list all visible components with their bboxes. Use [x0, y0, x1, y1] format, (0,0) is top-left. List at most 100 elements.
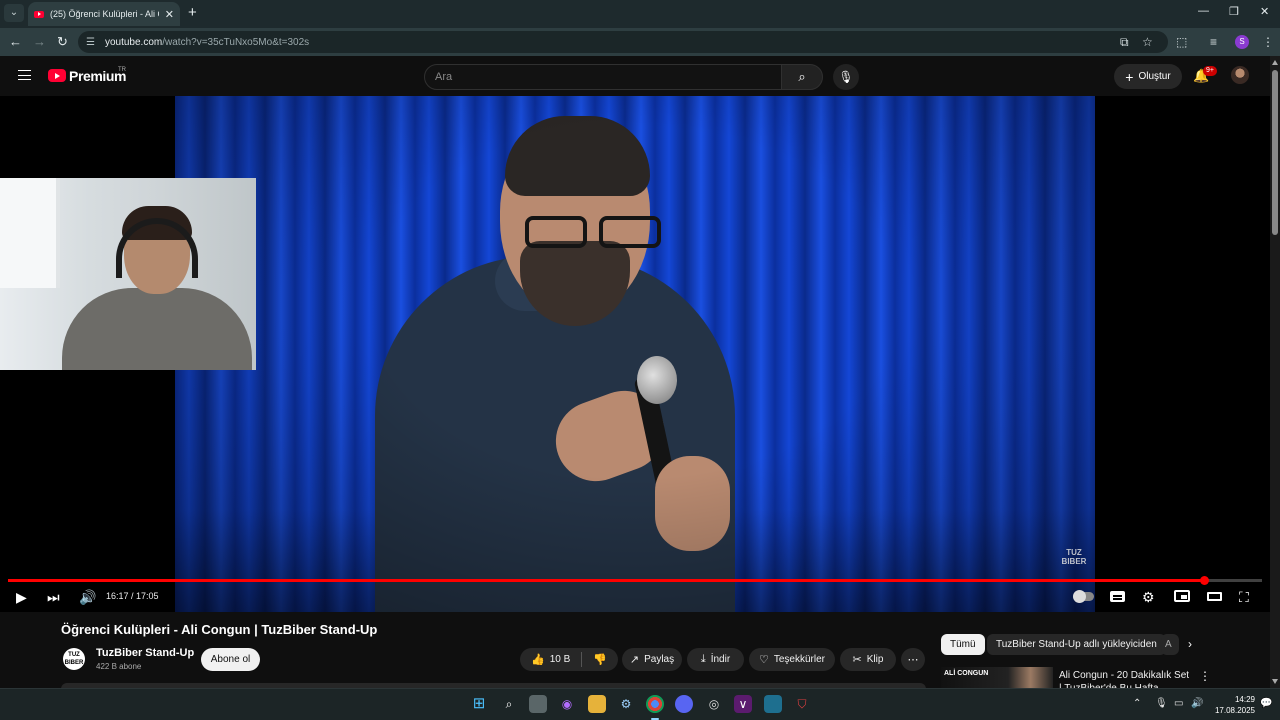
tray-mic-icon[interactable]: 🎙	[1155, 698, 1168, 709]
tab-close-icon[interactable]: ✕	[165, 8, 174, 21]
miniplayer-icon[interactable]	[1174, 590, 1190, 602]
scroll-down-icon[interactable]	[1272, 679, 1278, 684]
app-purple-icon[interactable]: ◉	[558, 695, 576, 713]
forward-icon[interactable]: →	[33, 34, 46, 50]
share-label: Paylaş	[644, 654, 675, 665]
restore-icon[interactable]: ❐	[1229, 5, 1239, 18]
extensions-icon[interactable]: ⬚	[1176, 34, 1187, 50]
like-dislike-group: 👍 10 B 👎	[520, 648, 618, 671]
like-count[interactable]: 10 B	[550, 654, 571, 665]
kebab-menu-icon[interactable]: ⋮	[1262, 34, 1274, 50]
progress-scrubber[interactable]	[1200, 576, 1209, 585]
bookmark-star-icon[interactable]: ☆	[1142, 34, 1153, 50]
recommendation-menu-icon[interactable]: ⋮	[1199, 669, 1211, 683]
fullscreen-icon[interactable]: ⛶	[1239, 588, 1249, 606]
region-code: TR	[118, 67, 126, 73]
next-icon[interactable]: ⏭	[47, 588, 60, 606]
windows-start-icon[interactable]: ⊞	[470, 695, 488, 713]
clip-label: Klip	[866, 654, 884, 665]
autoplay-toggle[interactable]	[1073, 590, 1094, 603]
progress-played	[8, 579, 1204, 582]
chip-all[interactable]: Tümü	[941, 634, 985, 655]
page-scrollbar[interactable]	[1270, 56, 1280, 688]
tab-search-button[interactable]: ⌄	[4, 4, 24, 22]
time-display: 16:17 / 17:05	[106, 591, 159, 601]
thanks-icon: ♡	[758, 654, 769, 666]
chrome-icon[interactable]	[646, 695, 664, 713]
youtube-favicon-icon	[34, 10, 44, 18]
profile-avatar[interactable]: S	[1235, 35, 1249, 49]
discord-icon[interactable]	[675, 695, 693, 713]
download-button[interactable]: ⤓ İndir	[687, 648, 744, 671]
site-info-icon[interactable]: ☰	[86, 37, 95, 48]
reload-icon[interactable]: ↻	[57, 34, 68, 50]
notification-badge: 9+	[1203, 66, 1217, 76]
play-icon[interactable]: ▶	[16, 588, 27, 606]
clip-button[interactable]: ✂ Klip	[840, 648, 896, 671]
channel-avatar[interactable]: TUZ BIBER	[63, 648, 85, 670]
search-input[interactable]: Ara	[424, 64, 782, 90]
recommendation-thumb-text: ALİ CONGUN	[944, 670, 989, 677]
video-player[interactable]: TUZ BIBER ▶ ⏭ 🔊 16:17 / 17:05 ⚙ ⛶	[0, 96, 1270, 612]
browser-tab-active[interactable]: (25) Öğrenci Kulüpleri - Ali Congun ✕	[28, 2, 180, 26]
download-label: İndir	[710, 654, 731, 665]
clip-scissors-icon: ✂	[852, 654, 862, 666]
tray-network-icon[interactable]: ▭	[1174, 698, 1183, 709]
video-frame[interactable]	[175, 96, 1095, 612]
captions-icon[interactable]	[1110, 591, 1125, 602]
address-bar[interactable]: ☰ youtube.com/watch?v=35cTuNxo5Mo&t=302s	[78, 31, 1168, 53]
subscribe-button[interactable]: Abone ol	[201, 648, 260, 671]
settings-gear-icon[interactable]: ⚙	[1142, 588, 1155, 606]
scrollbar-thumb[interactable]	[1272, 70, 1278, 235]
taskbar-search-icon[interactable]: ⌕	[500, 695, 518, 713]
hamburger-icon[interactable]	[18, 70, 31, 80]
chip-from-uploader[interactable]: TuzBiber Stand-Up adlı yükleyiciden	[987, 634, 1166, 655]
app-blue-icon[interactable]	[764, 695, 782, 713]
create-button[interactable]: + Oluştur	[1114, 64, 1182, 89]
task-view-icon[interactable]	[529, 695, 547, 713]
channel-watermark[interactable]: TUZ BIBER	[1060, 548, 1088, 568]
scroll-up-icon[interactable]	[1272, 60, 1278, 65]
subscriber-count: 422 B abone	[96, 662, 142, 671]
steam-icon[interactable]: ⚙	[617, 695, 635, 713]
youtube-logo-icon[interactable]	[48, 69, 66, 82]
chip-more[interactable]: A	[1161, 634, 1179, 655]
notification-center-icon[interactable]: 💬	[1260, 698, 1272, 709]
back-icon[interactable]: ←	[9, 34, 22, 50]
player-controls: ▶ ⏭ 🔊 16:17 / 17:05 ⚙ ⛶	[0, 586, 1270, 608]
recommendation-thumbnail[interactable]: ALİ CONGUN	[941, 667, 1053, 689]
account-avatar[interactable]	[1231, 66, 1249, 84]
create-label: Oluştur	[1138, 71, 1171, 82]
shield-app-icon[interactable]: ⛉	[793, 695, 811, 713]
file-explorer-icon[interactable]	[588, 695, 606, 713]
mic-icon[interactable]: 🎙	[833, 64, 859, 90]
thanks-button[interactable]: ♡ Teşekkürler	[749, 648, 835, 671]
dislike-icon[interactable]: 👎	[593, 653, 607, 666]
close-window-icon[interactable]: ✕	[1260, 5, 1269, 18]
webcam-overlay	[0, 178, 256, 370]
taskbar-clock[interactable]: 14:29 17.08.2025	[1207, 694, 1255, 716]
new-tab-button[interactable]: +	[188, 5, 197, 21]
more-icon: ⋯	[907, 654, 919, 666]
app-v-icon[interactable]: ∨	[734, 695, 752, 713]
clock-date: 17.08.2025	[1214, 706, 1255, 715]
like-icon[interactable]: 👍	[531, 653, 545, 666]
more-actions-button[interactable]: ⋯	[901, 648, 925, 671]
volume-icon[interactable]: 🔊	[79, 588, 96, 606]
tray-chevron-up-icon[interactable]: ⌃	[1133, 698, 1141, 709]
chevron-right-icon[interactable]: ›	[1188, 637, 1192, 651]
thanks-label: Teşekkürler	[773, 654, 825, 665]
share-button[interactable]: ↗ Paylaş	[622, 648, 682, 671]
obs-icon[interactable]: ◎	[705, 695, 723, 713]
search-icon[interactable]: ⌕	[781, 64, 823, 90]
windows-taskbar: ⊞ ⌕ ◉ ⚙ ◎ ∨ ⛉ ⌃ 🎙 ▭ 🔊 14:29 17.08.2025 💬	[0, 688, 1280, 720]
webcam-person-shirt	[62, 288, 252, 370]
install-icon[interactable]: ⧉	[1120, 34, 1129, 50]
tray-volume-icon[interactable]: 🔊	[1191, 698, 1203, 709]
theater-icon[interactable]	[1207, 592, 1222, 601]
minimize-icon[interactable]: —	[1198, 5, 1209, 17]
webcam-window	[0, 178, 60, 288]
media-icon[interactable]: ≡	[1210, 34, 1217, 50]
channel-name[interactable]: TuzBiber Stand-Up	[96, 647, 194, 659]
browser-toolbar: ← → ↻ ☰ youtube.com/watch?v=35cTuNxo5Mo&…	[0, 28, 1280, 56]
